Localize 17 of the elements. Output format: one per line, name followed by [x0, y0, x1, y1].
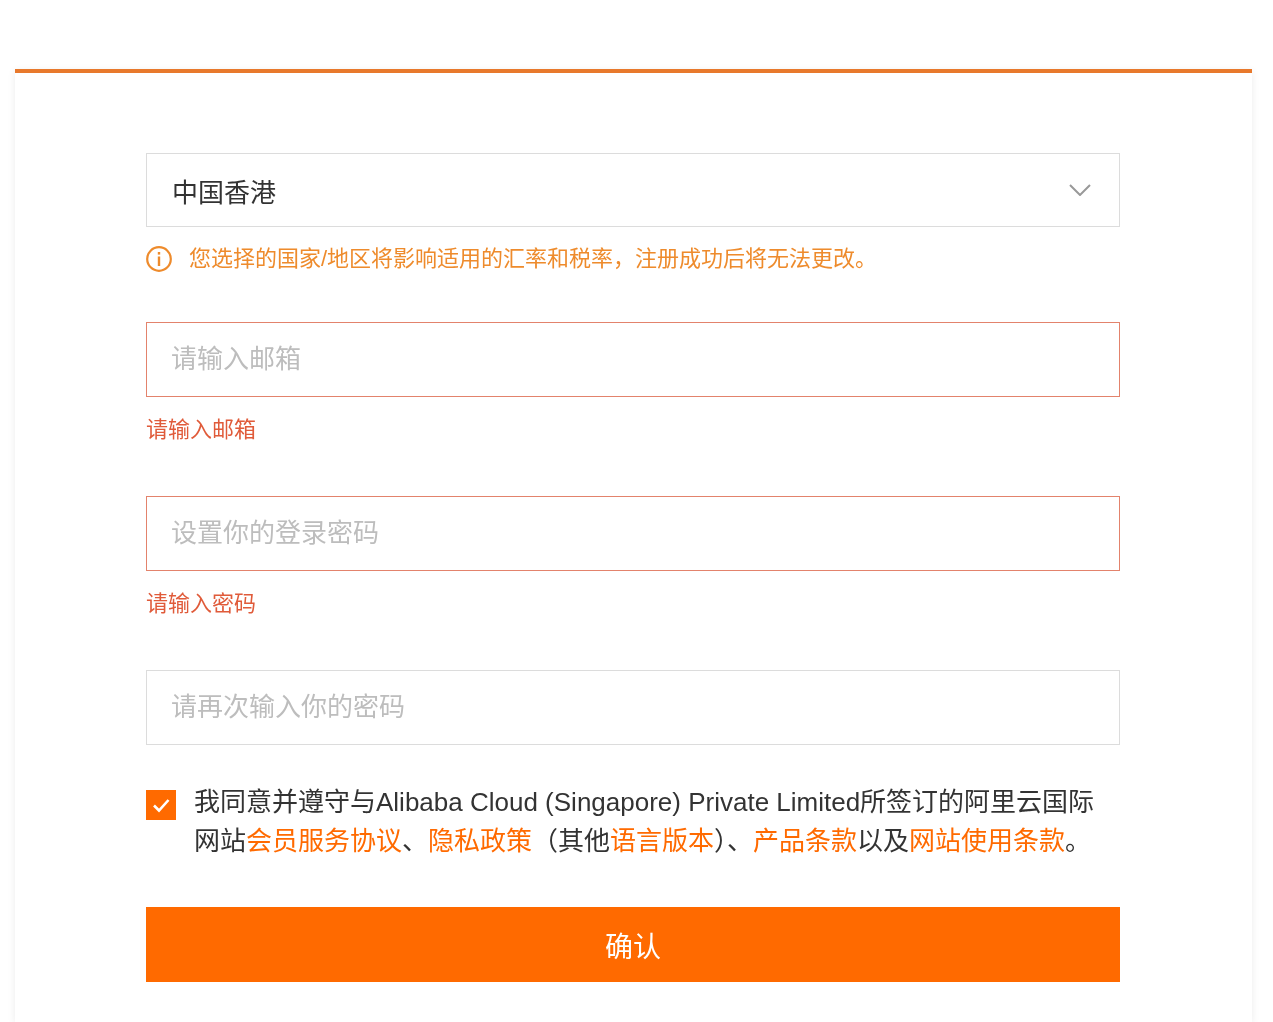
- agreement-text: 我同意并遵守与Alibaba Cloud (Singapore) Private Limited所签订的阿里云国际 网站会员服务协议、隐私政策（其他语言版本）、产品条款以及网站使用条款。: [194, 786, 1095, 858]
- confirm-button[interactable]: 确认: [146, 907, 1120, 982]
- chevron-down-icon: [1069, 184, 1091, 196]
- error-message: 请输入密码: [146, 590, 256, 618]
- terms-link[interactable]: 隐私政策: [428, 826, 532, 856]
- region-select[interactable]: 中国香港: [146, 153, 1120, 227]
- terms-link[interactable]: 会员服务协议: [246, 826, 402, 856]
- notice-text: 您选择的国家/地区将影响适用的汇率和税率，注册成功后将无法更改。: [189, 245, 878, 273]
- password-field[interactable]: 设置你的登录密码: [146, 496, 1120, 571]
- terms-link[interactable]: 语言版本: [610, 826, 714, 856]
- terms-link[interactable]: 网站使用条款: [909, 826, 1065, 856]
- info-icon: [146, 246, 172, 272]
- checkbox[interactable]: [146, 790, 176, 820]
- terms-link[interactable]: 产品条款: [753, 826, 857, 856]
- email-field[interactable]: 请输入邮箱: [146, 322, 1120, 397]
- error-message: 请输入邮箱: [146, 416, 256, 444]
- confirm-password-field[interactable]: 请再次输入你的密码: [146, 670, 1120, 745]
